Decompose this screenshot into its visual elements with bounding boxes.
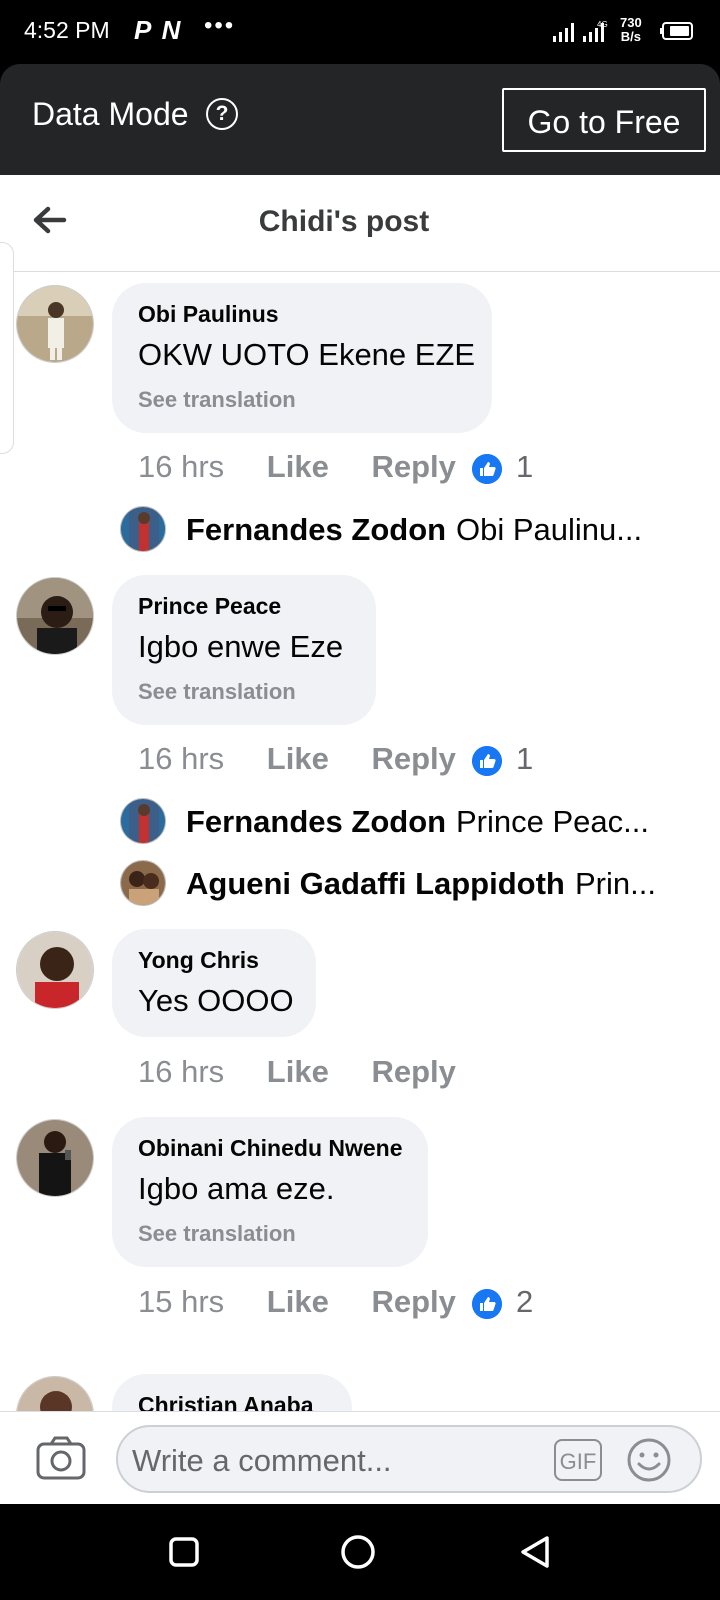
see-translation-link[interactable]: See translation	[138, 679, 296, 705]
comment-time: 16 hrs	[138, 741, 225, 776]
home-icon[interactable]	[340, 1534, 376, 1570]
reply-author[interactable]: Agueni Gadaffi Lappidoth	[186, 866, 565, 902]
avatar[interactable]	[120, 506, 166, 552]
comment-composer: Write a comment... GIF	[0, 1411, 720, 1505]
avatar-photo	[17, 578, 93, 654]
avatar[interactable]	[120, 860, 166, 906]
network-speed-value: 730	[620, 15, 642, 30]
reaction-count[interactable]: 1	[516, 449, 533, 485]
back-nav-icon[interactable]	[518, 1534, 552, 1570]
comment-time: 15 hrs	[138, 1284, 225, 1319]
reply-preview-text: Obi Paulinu...	[456, 512, 643, 547]
side-edge-panel	[0, 242, 14, 454]
avatar-photo	[121, 507, 165, 551]
comment-bubble[interactable]: Obinani Chinedu Nwene Igbo ama eze. See …	[112, 1117, 428, 1267]
recent-apps-icon[interactable]	[168, 1536, 200, 1568]
avatar-photo	[121, 861, 165, 905]
gif-button[interactable]: GIF	[554, 1439, 602, 1481]
comment-author[interactable]: Obi Paulinus	[138, 301, 279, 328]
page-title: Chidi's post	[258, 205, 430, 238]
like-reaction-icon[interactable]	[472, 1289, 502, 1319]
avatar-photo	[17, 286, 93, 362]
reply-preview[interactable]: Agueni Gadaffi Lappidoth Prin...	[120, 860, 680, 908]
reply-preview-text: Prince Peac...	[456, 804, 649, 839]
reply-preview[interactable]: Fernandes Zodon Obi Paulinu...	[120, 506, 680, 554]
like-reaction-icon[interactable]	[472, 746, 502, 776]
comment-author[interactable]: Obinani Chinedu Nwene	[138, 1135, 403, 1162]
like-button[interactable]: Like	[267, 1284, 329, 1319]
signal-icon: 4G	[553, 20, 608, 42]
see-translation-link[interactable]: See translation	[138, 1221, 296, 1247]
avatar[interactable]	[16, 577, 94, 655]
status-time: 4:52 PM	[24, 17, 110, 43]
network-type-label: 4G	[597, 20, 608, 29]
avatar[interactable]	[16, 931, 94, 1009]
comment-actions: 16 hrs Like Reply	[138, 449, 456, 485]
reply-author[interactable]: Fernandes Zodon	[186, 512, 446, 548]
reply-button[interactable]: Reply	[371, 741, 455, 776]
system-nav-bar	[0, 1504, 720, 1600]
comment-time: 16 hrs	[138, 1054, 225, 1089]
network-speed: 730 B/s	[620, 16, 642, 44]
comment-input[interactable]: Write a comment... GIF	[116, 1425, 702, 1493]
comment-bubble[interactable]: Obi Paulinus OKW UOTO Ekene EZE See tran…	[112, 283, 492, 433]
more-notifications-icon: •••	[204, 12, 236, 39]
like-button[interactable]: Like	[267, 1054, 329, 1089]
emoji-icon[interactable]	[626, 1437, 672, 1483]
comment-actions: 15 hrs Like Reply	[138, 1284, 456, 1320]
reaction-count[interactable]: 1	[516, 741, 533, 777]
post-header: Chidi's post	[0, 175, 720, 272]
see-translation-link[interactable]: See translation	[138, 387, 296, 413]
comment-text: Yes OOOO	[138, 983, 294, 1018]
reply-button[interactable]: Reply	[371, 449, 455, 484]
like-button[interactable]: Like	[267, 741, 329, 776]
comment-actions: 16 hrs Like Reply	[138, 1054, 456, 1090]
notification-app-icons: P N	[134, 15, 183, 45]
reply-preview-text: Prin...	[575, 866, 656, 901]
comment-bubble[interactable]: Prince Peace Igbo enwe Eze See translati…	[112, 575, 376, 725]
comment-author[interactable]: Yong Chris	[138, 947, 259, 974]
like-reaction-icon[interactable]	[472, 454, 502, 484]
go-to-free-button[interactable]: Go to Free	[502, 88, 706, 152]
like-button[interactable]: Like	[267, 449, 329, 484]
reply-button[interactable]: Reply	[371, 1284, 455, 1319]
avatar-photo	[17, 932, 93, 1008]
avatar[interactable]	[120, 798, 166, 844]
comment-input-placeholder: Write a comment...	[132, 1443, 392, 1478]
avatar-photo	[121, 799, 165, 843]
reply-button[interactable]: Reply	[371, 1054, 455, 1089]
reply-preview[interactable]: Fernandes Zodon Prince Peac...	[120, 798, 680, 846]
comment-text: Igbo ama eze.	[138, 1171, 335, 1206]
avatar[interactable]	[16, 1119, 94, 1197]
reaction-count[interactable]: 2	[516, 1284, 533, 1320]
status-bar: 4:52 PM P N ••• 4G 730 B/s	[0, 0, 720, 64]
reply-author[interactable]: Fernandes Zodon	[186, 804, 446, 840]
camera-icon[interactable]	[36, 1436, 86, 1480]
avatar[interactable]	[16, 285, 94, 363]
comment-author[interactable]: Prince Peace	[138, 593, 281, 620]
comment-time: 16 hrs	[138, 449, 225, 484]
comment-bubble[interactable]: Yong Chris Yes OOOO	[112, 929, 316, 1037]
data-mode-label: Data Mode	[32, 96, 189, 132]
avatar-photo	[17, 1120, 93, 1196]
help-icon[interactable]: ?	[206, 98, 238, 130]
comment-actions: 16 hrs Like Reply	[138, 741, 456, 777]
comment-text: Igbo enwe Eze	[138, 629, 344, 664]
comment-text: OKW UOTO Ekene EZE	[138, 337, 476, 372]
battery-icon	[660, 22, 693, 40]
network-speed-unit: B/s	[620, 29, 641, 44]
